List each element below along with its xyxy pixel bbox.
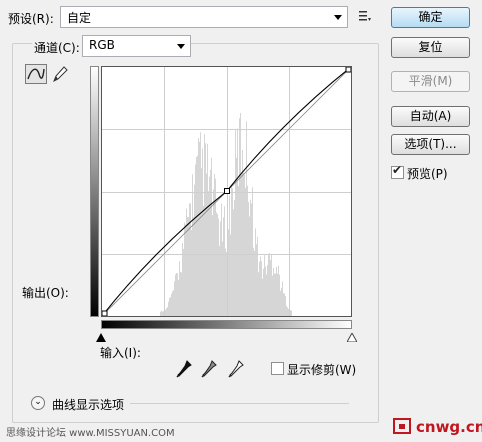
output-gradient-bar — [90, 66, 99, 317]
curve-point-tool[interactable] — [25, 64, 47, 84]
chevron-down-icon — [177, 44, 185, 49]
black-point-slider[interactable] — [96, 331, 106, 342]
watermark-right: cnwg.cn — [416, 418, 482, 436]
options-button[interactable]: 选项(T)... — [391, 134, 470, 155]
white-eyedropper-button[interactable] — [228, 360, 244, 378]
preview-label: 预览(P) — [407, 167, 448, 181]
show-clipping-label: 显示修剪(W) — [287, 363, 357, 377]
histogram — [160, 113, 292, 316]
black-eyedropper-icon — [176, 360, 192, 378]
channel-value: RGB — [89, 38, 115, 52]
cnwg-logo-icon — [393, 418, 411, 434]
preset-dropdown[interactable]: 自定 — [60, 6, 348, 28]
preset-label: 预设(R): — [8, 12, 54, 26]
smooth-button[interactable]: 平滑(M) — [391, 71, 470, 92]
ok-button[interactable]: 确定 — [391, 7, 470, 28]
preset-value: 自定 — [67, 11, 92, 25]
divider — [130, 403, 349, 404]
curve-point-icon — [27, 68, 45, 80]
auto-button[interactable]: 自动(A) — [391, 106, 470, 127]
curve-control-point[interactable] — [345, 67, 351, 73]
white-eyedropper-icon — [228, 360, 244, 378]
curve-control-point[interactable] — [223, 188, 230, 195]
chevron-down-icon — [334, 15, 342, 20]
watermark-left: 思缘设计论坛 www.MISSYUAN.COM — [6, 428, 175, 439]
checkmark-icon: ✔ — [392, 163, 403, 177]
curve-display-options-label[interactable]: 曲线显示选项 — [52, 396, 124, 413]
white-point-slider[interactable] — [346, 331, 358, 343]
gray-eyedropper-button[interactable] — [201, 360, 217, 378]
channel-label: 通道(C): — [32, 39, 82, 56]
pencil-tool[interactable] — [50, 64, 70, 84]
output-label: 输出(O): — [22, 286, 69, 300]
pencil-icon — [53, 66, 68, 83]
input-label: 输入(I): — [100, 346, 141, 360]
curve-control-point[interactable] — [102, 310, 108, 316]
black-eyedropper-button[interactable] — [176, 360, 192, 378]
preview-checkbox[interactable]: ✔ — [391, 163, 404, 179]
show-clipping-checkbox[interactable] — [271, 362, 284, 375]
expand-options-icon[interactable]: ⌄ — [31, 396, 45, 410]
curves-graph[interactable] — [101, 66, 352, 317]
preset-menu-icon[interactable] — [358, 9, 372, 23]
gray-eyedropper-icon — [201, 360, 217, 378]
channel-dropdown[interactable]: RGB — [82, 35, 191, 57]
input-gradient-bar — [101, 320, 352, 329]
reset-button[interactable]: 复位 — [391, 37, 470, 58]
